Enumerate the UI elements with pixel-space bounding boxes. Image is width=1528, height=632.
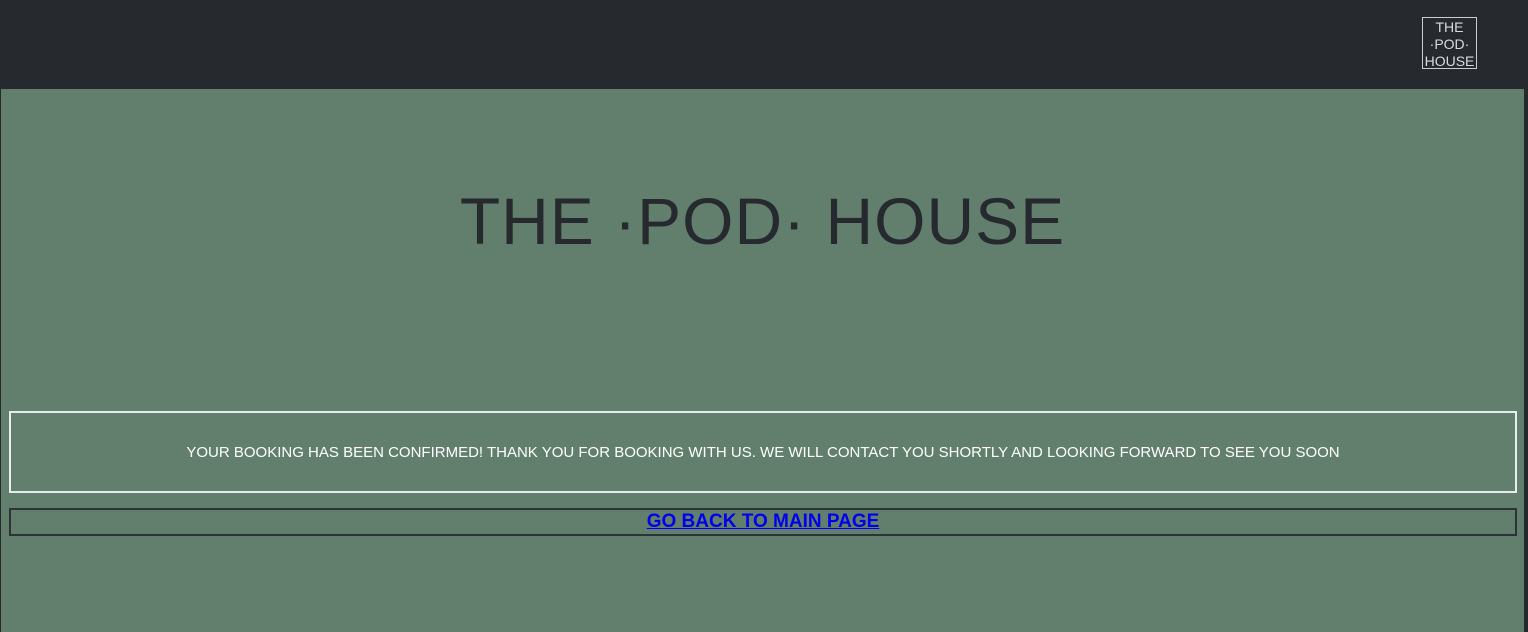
logo-line-3: HOUSE — [1424, 53, 1475, 69]
page-title: THE ·POD· HOUSE — [459, 184, 1066, 258]
main-content: THE ·POD· HOUSE YOUR BOOKING HAS BEEN CO… — [1, 89, 1524, 632]
back-to-main-link[interactable]: GO BACK TO MAIN PAGE — [647, 511, 880, 532]
back-link-container: GO BACK TO MAIN PAGE — [9, 508, 1517, 536]
confirmation-panel: YOUR BOOKING HAS BEEN CONFIRMED! THANK Y… — [9, 411, 1517, 493]
page: THE ·POD· HOUSE THE ·POD· HOUSE YOUR BOO… — [0, 0, 1528, 632]
logo-line-1: THE — [1435, 19, 1464, 35]
brand-logo[interactable]: THE ·POD· HOUSE — [1422, 17, 1477, 69]
top-navbar: THE ·POD· HOUSE — [0, 0, 1528, 89]
logo-line-2: ·POD· — [1429, 36, 1470, 52]
confirmation-message: YOUR BOOKING HAS BEEN CONFIRMED! THANK Y… — [186, 443, 1340, 461]
